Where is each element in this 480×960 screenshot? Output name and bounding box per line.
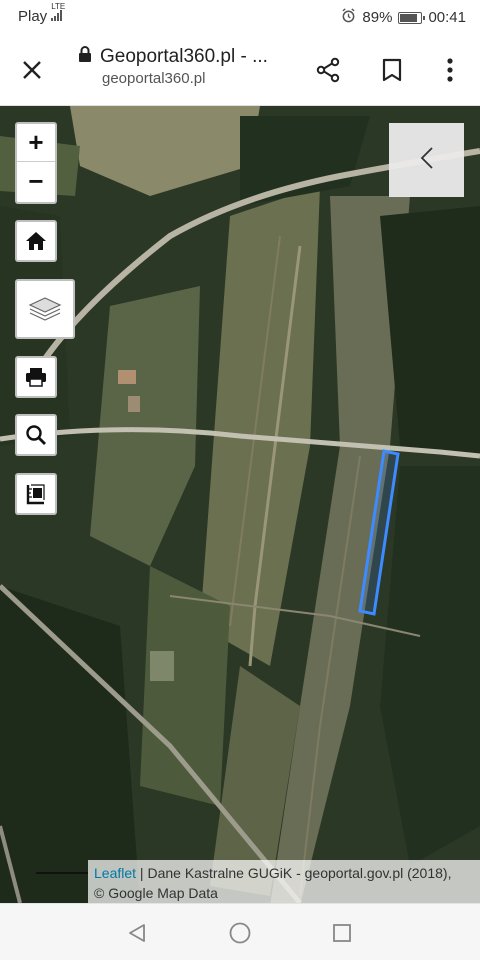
recents-square-icon[interactable] (327, 918, 357, 948)
page-url: geoportal360.pl (102, 70, 206, 87)
browser-toolbar: Geoportal360.pl - ... geoportal360.pl (0, 34, 480, 106)
print-icon[interactable] (15, 356, 57, 398)
leaflet-link[interactable]: Leaflet (94, 865, 136, 881)
lock-icon (78, 46, 92, 68)
battery-percent: 89% (362, 9, 393, 26)
layers-icon[interactable] (15, 279, 75, 339)
bookmark-icon[interactable] (372, 50, 412, 90)
url-bar[interactable]: Geoportal360.pl - ... geoportal360.pl (78, 46, 298, 87)
satellite-imagery (0, 106, 480, 903)
attribution-google: © Google Map Data (94, 885, 218, 901)
close-icon[interactable] (12, 50, 52, 90)
share-icon[interactable] (308, 50, 348, 90)
signal-icon: LTE (51, 2, 65, 25)
map-attribution: Leaflet | Dane Kastralne GUGiK - geoport… (88, 860, 480, 903)
zoom-out-button[interactable]: − (17, 162, 55, 200)
battery-icon (398, 11, 426, 24)
more-vert-icon[interactable] (430, 50, 470, 90)
attribution-text: | Dane Kastralne GUGiK - geoportal.gov.p… (136, 865, 452, 881)
scale-bar (36, 872, 88, 874)
network-label: LTE (51, 2, 66, 11)
search-icon[interactable] (15, 414, 57, 456)
zoom-in-button[interactable]: + (17, 124, 55, 162)
ruler-icon[interactable] (15, 473, 57, 515)
page-title: Geoportal360.pl - ... (100, 46, 268, 67)
home-icon[interactable] (15, 220, 57, 262)
carrier-label: Play (18, 8, 48, 25)
panel-toggle-button[interactable] (389, 123, 464, 197)
status-bar: Play LTE 89% 00:41 (0, 0, 480, 34)
back-triangle-icon[interactable] (122, 918, 152, 948)
zoom-control: + − (15, 122, 57, 204)
home-circle-icon[interactable] (225, 918, 255, 948)
chevron-left-icon (419, 146, 435, 175)
map-view[interactable]: + − Leaflet | Dane Kastralne GUGiK - geo… (0, 106, 480, 903)
android-nav-bar (0, 903, 480, 960)
alarm-icon (341, 8, 356, 27)
clock: 00:41 (428, 9, 466, 26)
